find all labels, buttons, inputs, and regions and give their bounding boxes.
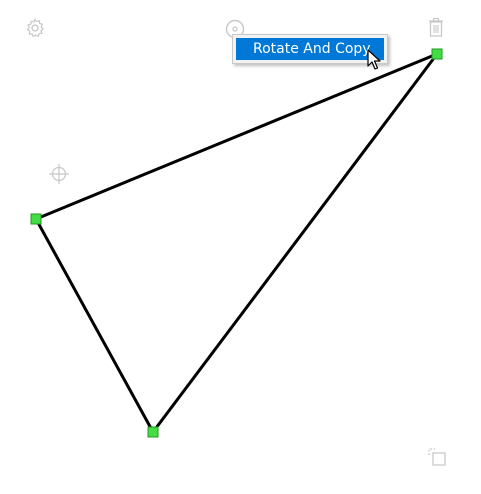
- context-menu: Rotate And Copy: [232, 34, 388, 64]
- vertex-handle-top-right[interactable]: [431, 48, 443, 60]
- crosshair-icon[interactable]: [48, 163, 70, 185]
- copy-icon[interactable]: [426, 446, 448, 468]
- gear-icon[interactable]: [24, 17, 46, 39]
- drawing-canvas[interactable]: [0, 0, 481, 490]
- vertex-handle-bottom[interactable]: [147, 426, 159, 438]
- canvas-svg: [30, 48, 443, 438]
- trash-icon[interactable]: [427, 17, 445, 39]
- triangle-shape[interactable]: [33, 50, 442, 435]
- vertex-handle-left[interactable]: [30, 213, 42, 225]
- menu-item-rotate-and-copy[interactable]: Rotate And Copy: [236, 38, 384, 60]
